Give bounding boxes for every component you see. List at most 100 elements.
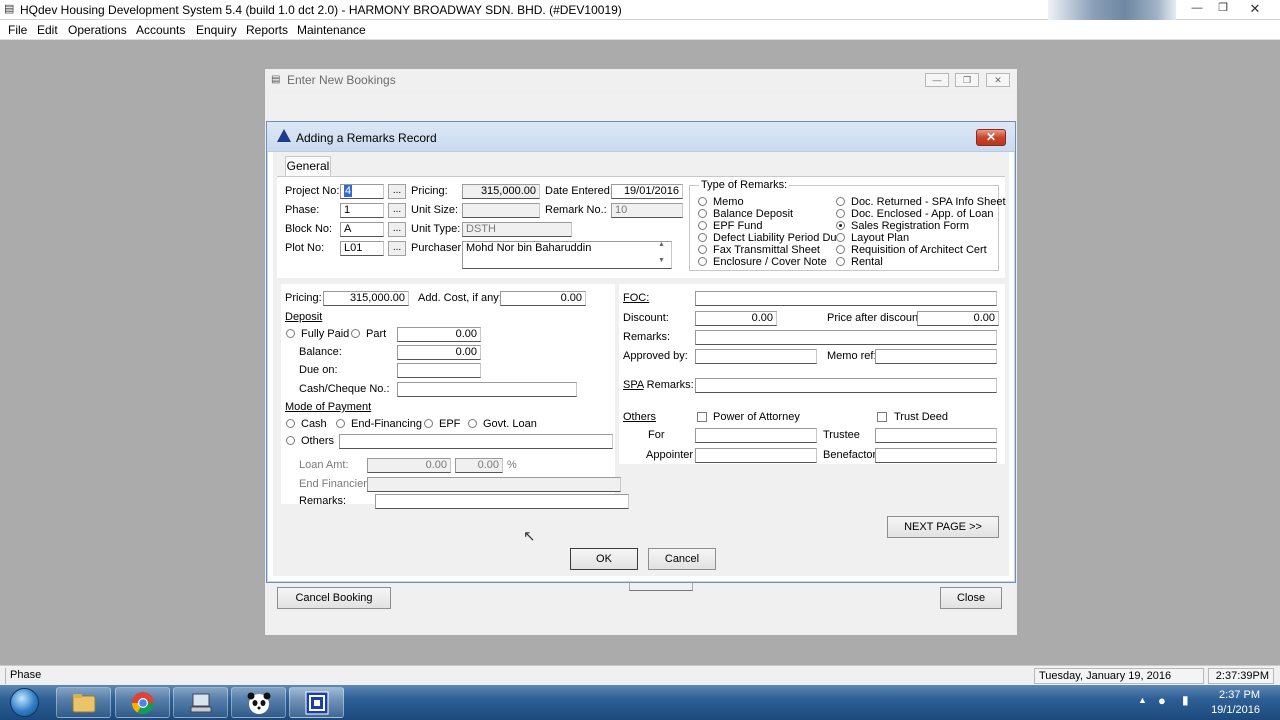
project-browse-button[interactable]: ... xyxy=(388,184,406,199)
price-after-discount-input[interactable]: 0.00 xyxy=(917,311,999,326)
power-of-attorney-checkbox[interactable] xyxy=(697,412,707,422)
radio-epf-fund[interactable] xyxy=(698,221,707,230)
taskbar-explorer[interactable] xyxy=(56,687,111,718)
radio-others[interactable] xyxy=(286,436,295,445)
scroll-down-icon[interactable]: ▼ xyxy=(658,257,665,264)
project-no-input[interactable]: 4 xyxy=(340,184,384,199)
dialog-close-icon[interactable]: ✕ xyxy=(976,129,1006,146)
remarks-dialog: Adding a Remarks Record ✕ General Projec… xyxy=(266,121,1016,583)
add-cost-input[interactable]: 0.00 xyxy=(500,291,586,306)
part-label: Part xyxy=(366,328,387,340)
spa-remarks-input[interactable] xyxy=(695,378,997,393)
plot-browse-button[interactable]: ... xyxy=(388,241,406,256)
power-of-attorney-label: Power of Attorney xyxy=(713,411,800,423)
ok-button[interactable]: OK xyxy=(570,548,638,570)
start-button[interactable] xyxy=(4,686,44,719)
end-financing-label: End-Financing xyxy=(351,418,422,430)
radio-balance-deposit[interactable] xyxy=(698,209,707,218)
radio-doc-enclosed[interactable] xyxy=(836,209,845,218)
tab-general[interactable]: General xyxy=(285,156,331,176)
bookings-close-icon[interactable]: ✕ xyxy=(986,73,1010,87)
maximize-icon[interactable]: ❐ xyxy=(1210,1,1236,17)
block-browse-button[interactable]: ... xyxy=(388,222,406,237)
dialog-content: General Project No: 4 ... Phase: 1 ... B… xyxy=(273,152,1009,576)
foc-input[interactable] xyxy=(695,291,997,306)
block-no-input[interactable]: A xyxy=(340,222,384,237)
radio-end-financing[interactable] xyxy=(336,419,345,428)
radio-memo[interactable] xyxy=(698,197,707,206)
network-icon[interactable]: ▮ xyxy=(1182,693,1189,707)
clock-time[interactable]: 2:37 PM xyxy=(1219,689,1260,701)
loan-pct-input[interactable]: 0.00 xyxy=(455,458,503,473)
cancel-booking-button[interactable]: Cancel Booking xyxy=(277,587,391,609)
radio-defect-liability[interactable] xyxy=(698,233,707,242)
approved-by-input[interactable] xyxy=(695,349,817,364)
trust-deed-checkbox[interactable] xyxy=(877,412,887,422)
radio-sales-registration[interactable] xyxy=(836,221,845,230)
bookings-close-button[interactable]: Close xyxy=(940,587,1002,609)
balance-input[interactable]: 0.00 xyxy=(397,345,481,360)
deposit-amount-input[interactable]: 0.00 xyxy=(397,327,481,342)
for-input[interactable] xyxy=(695,428,817,443)
bookings-minimize-icon[interactable]: — xyxy=(925,73,949,87)
cheque-input[interactable] xyxy=(397,382,577,397)
unit-type-value: DSTH xyxy=(462,222,572,237)
radio-epf[interactable] xyxy=(424,419,433,428)
benefactor-label: Benefactor xyxy=(823,449,877,461)
radio-balance-deposit-label: Balance Deposit xyxy=(713,208,794,220)
menu-file[interactable]: File xyxy=(8,23,27,37)
loan-amt-input[interactable]: 0.00 xyxy=(367,458,451,473)
menu-edit[interactable]: Edit xyxy=(37,23,58,37)
tray-expand-icon[interactable]: ▲ xyxy=(1138,695,1147,705)
menu-enquiry[interactable]: Enquiry xyxy=(196,23,237,37)
radio-layout-plan[interactable] xyxy=(836,233,845,242)
due-on-input[interactable] xyxy=(397,363,481,378)
price-after-discount-label: Price after discount: xyxy=(827,312,925,324)
date-entered-input[interactable]: 19/01/2016 xyxy=(611,184,683,199)
next-page-button[interactable]: NEXT PAGE >> xyxy=(887,516,999,538)
others-input[interactable] xyxy=(339,434,613,449)
taskbar-chrome[interactable] xyxy=(115,687,170,718)
radio-part[interactable] xyxy=(351,329,360,338)
radio-fax-transmittal[interactable] xyxy=(698,245,707,254)
scroll-up-icon[interactable]: ▲ xyxy=(658,241,665,248)
taskbar-computer[interactable] xyxy=(173,687,228,718)
trustee-input[interactable] xyxy=(875,428,997,443)
menu-reports[interactable]: Reports xyxy=(246,23,288,37)
phase-input[interactable]: 1 xyxy=(340,203,384,218)
cancel-button[interactable]: Cancel xyxy=(648,548,716,570)
menu-maintenance[interactable]: Maintenance xyxy=(297,23,366,37)
discount-input[interactable]: 0.00 xyxy=(695,311,777,326)
bookings-maximize-icon[interactable]: ❐ xyxy=(955,73,979,87)
menu-operations[interactable]: Operations xyxy=(68,23,127,37)
appointer-input[interactable] xyxy=(695,448,817,463)
purchaser-textarea[interactable]: Mohd Nor bin Baharuddin xyxy=(462,241,672,269)
phase-browse-button[interactable]: ... xyxy=(388,203,406,218)
discount-label: Discount: xyxy=(623,312,669,324)
radio-fully-paid[interactable] xyxy=(286,329,295,338)
taskbar-hqdev[interactable] xyxy=(289,687,344,718)
plot-no-input[interactable]: L01 xyxy=(340,241,384,256)
taskbar-panda[interactable] xyxy=(231,687,286,718)
lower-pricing-input[interactable]: 315,000.00 xyxy=(323,291,409,306)
benefactor-input[interactable] xyxy=(875,448,997,463)
right-remarks-input[interactable] xyxy=(695,330,997,345)
bookings-window-icon: ▤ xyxy=(271,74,281,85)
loan-remarks-input[interactable] xyxy=(375,494,629,509)
tray-panda-icon[interactable]: ● xyxy=(1158,693,1166,708)
radio-doc-returned[interactable] xyxy=(836,197,845,206)
radio-requisition-architect-label: Requisition of Architect Cert xyxy=(851,244,987,256)
minimize-icon[interactable]: — xyxy=(1184,1,1210,17)
close-icon[interactable]: ✕ xyxy=(1242,1,1268,17)
radio-rental[interactable] xyxy=(836,257,845,266)
menu-accounts[interactable]: Accounts xyxy=(136,23,185,37)
foc-label: FOC: xyxy=(623,292,650,304)
memo-ref-input[interactable] xyxy=(875,349,997,364)
radio-govt-loan[interactable] xyxy=(468,419,477,428)
end-financier-input[interactable] xyxy=(367,477,621,492)
trustee-label: Trustee xyxy=(823,429,860,441)
clock-date[interactable]: 19/1/2016 xyxy=(1211,704,1260,716)
radio-requisition-architect[interactable] xyxy=(836,245,845,254)
radio-cash[interactable] xyxy=(286,419,295,428)
radio-enclosure[interactable] xyxy=(698,257,707,266)
